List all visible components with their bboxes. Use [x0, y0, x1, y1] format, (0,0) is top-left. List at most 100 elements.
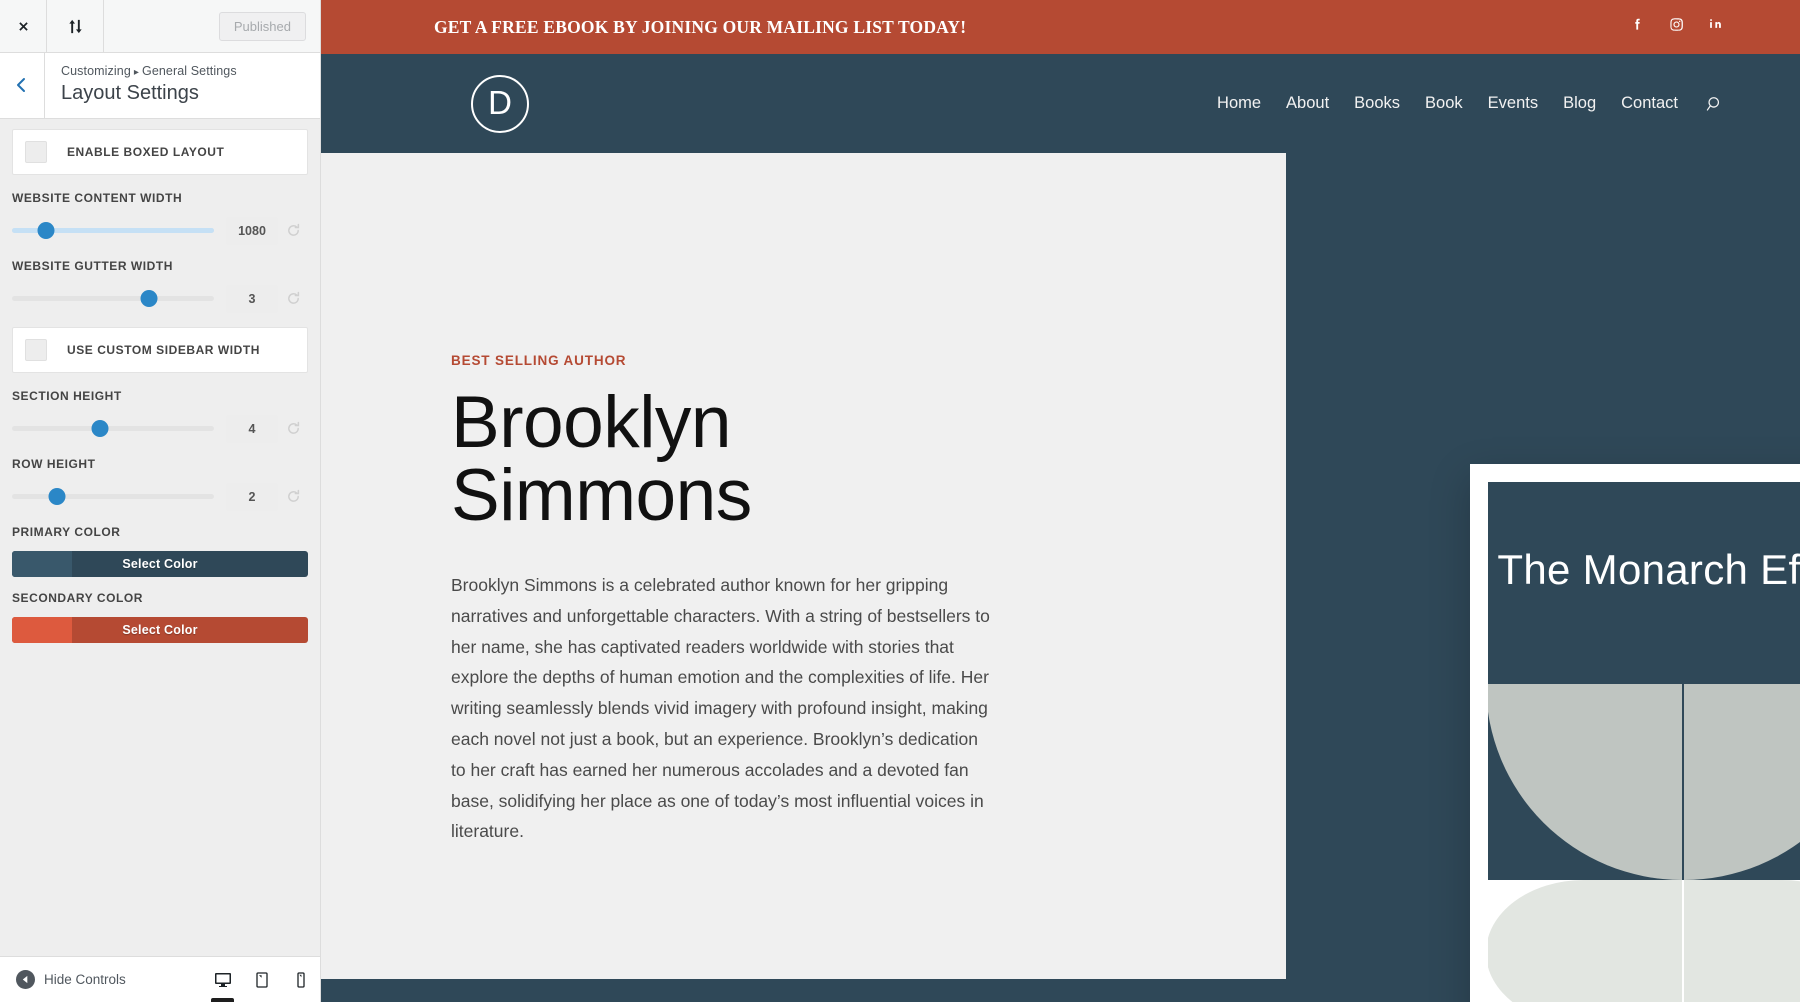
slider-row: 4 — [12, 414, 308, 443]
nav-item-events[interactable]: Events — [1488, 94, 1538, 113]
slider-track — [12, 296, 214, 302]
main-navigation: Home About Books Book Events Blog Contact — [1217, 94, 1724, 113]
color-swatch — [12, 550, 72, 577]
hide-controls-button[interactable]: Hide Controls — [0, 970, 126, 989]
customizer-screen: Published Customizing ▸ General Settings L… — [0, 0, 1800, 1002]
panel-titles: Customizing ▸ General Settings Layout Sett… — [45, 53, 251, 118]
customizer-footer: Hide Controls — [0, 956, 320, 1002]
control-label: WEBSITE GUTTER WIDTH — [12, 258, 173, 273]
select-color-label: Select Color — [122, 556, 198, 571]
panel-header: Customizing ▸ General Settings Layout Sett… — [0, 53, 320, 119]
select-color-button[interactable]: Select Color — [12, 550, 308, 577]
slider-row: 3 — [12, 284, 308, 313]
color-secondary-color: SECONDARY COLOR Select Color — [12, 591, 308, 643]
select-color-button[interactable]: Select Color — [12, 616, 308, 643]
hero-text-block: BEST SELLING AUTHOR Brooklyn Simmons Bro… — [451, 353, 996, 847]
caret-left-icon — [16, 970, 35, 989]
breadcrumb-parent: General Settings — [142, 64, 237, 78]
customizer-sidebar: Published Customizing ▸ General Settings L… — [0, 0, 321, 1002]
site-header: D Home About Books Book Events Blog Contact — [321, 54, 1800, 153]
mobile-icon[interactable] — [281, 957, 320, 1002]
chevron-left-icon[interactable] — [0, 53, 45, 118]
linkedin-icon[interactable] — [1707, 16, 1724, 38]
butterfly-wing-upper-right — [1684, 684, 1800, 880]
hide-controls-label: Hide Controls — [44, 972, 126, 987]
hero-section: BEST SELLING AUTHOR Brooklyn Simmons Bro… — [321, 153, 1800, 1002]
book-cover-card[interactable]: The Monarch Effect B.B. Simmons — [1470, 464, 1800, 1002]
slider-value[interactable]: 3 — [226, 284, 278, 313]
facebook-icon[interactable] — [1629, 16, 1646, 38]
nav-item-book[interactable]: Book — [1425, 94, 1463, 113]
logo-letter: D — [488, 84, 512, 121]
slider-row-height: ROW HEIGHT 2 — [12, 457, 308, 511]
slider-track-area[interactable] — [12, 419, 226, 439]
hero-heading-line2: Simmons — [451, 455, 752, 536]
slider-value[interactable]: 4 — [226, 414, 278, 443]
hero-heading-line1: Brooklyn — [451, 382, 732, 463]
desktop-icon[interactable] — [203, 957, 242, 1002]
social-links — [1629, 16, 1724, 38]
promo-text: GET A FREE EBOOK BY JOINING OUR MAILING … — [434, 16, 967, 37]
slider-row: 2 — [12, 482, 308, 511]
slider-track-area[interactable] — [12, 221, 226, 241]
divi-logo[interactable]: D — [471, 74, 529, 133]
slider-track-area[interactable] — [12, 487, 226, 507]
slider-website-content-width: WEBSITE CONTENT WIDTH 1080 — [12, 191, 308, 245]
slider-value[interactable]: 2 — [226, 482, 278, 511]
site-preview: GET A FREE EBOOK BY JOINING OUR MAILING … — [321, 0, 1800, 1002]
customizer-topbar: Published — [0, 0, 320, 53]
book-title: The Monarch Effect — [1497, 546, 1800, 593]
butterfly-wing-lower-right — [1684, 880, 1800, 1002]
controls-container: ENABLE BOXED LAYOUT WEBSITE CONTENT WIDTH… — [0, 118, 320, 956]
nav-item-blog[interactable]: Blog — [1563, 94, 1596, 113]
color-swatch — [12, 616, 72, 643]
slider-value[interactable]: 1080 — [226, 216, 278, 245]
publish-button[interactable]: Published — [218, 11, 306, 41]
device-preview-switcher — [203, 957, 320, 1002]
publish-area: Published — [104, 0, 320, 52]
slider-website-gutter-width: WEBSITE GUTTER WIDTH 3 — [12, 259, 308, 313]
slider-knob[interactable] — [140, 290, 158, 308]
nav-item-home[interactable]: Home — [1217, 94, 1261, 113]
controls-list: ENABLE BOXED LAYOUT WEBSITE CONTENT WIDTH… — [0, 128, 320, 643]
nav-item-books[interactable]: Books — [1354, 94, 1400, 113]
slider-track — [12, 494, 214, 500]
collapse-expand-icon[interactable] — [47, 0, 104, 52]
checkbox-box[interactable] — [25, 338, 47, 361]
search-icon[interactable] — [1706, 95, 1724, 113]
reset-icon[interactable] — [278, 489, 308, 504]
slider-section-height: SECTION HEIGHT 4 — [12, 389, 308, 443]
hero-eyebrow: BEST SELLING AUTHOR — [451, 353, 627, 368]
color-primary-color: PRIMARY COLOR Select Color — [12, 525, 308, 577]
control-label: SECTION HEIGHT — [12, 388, 122, 403]
hero-paragraph: Brooklyn Simmons is a celebrated author … — [451, 575, 990, 842]
hero-content-card: BEST SELLING AUTHOR Brooklyn Simmons Bro… — [321, 153, 1286, 979]
nav-item-about[interactable]: About — [1286, 94, 1329, 113]
control-label: PRIMARY COLOR — [12, 524, 121, 539]
breadcrumb-separator: ▸ — [133, 67, 139, 78]
checkbox-enable-boxed-layout[interactable]: ENABLE BOXED LAYOUT — [12, 128, 308, 175]
control-label: ENABLE BOXED LAYOUT — [67, 144, 225, 159]
slider-track-area[interactable] — [12, 289, 226, 309]
butterfly-wing-lower-left — [1488, 880, 1682, 1002]
reset-icon[interactable] — [278, 223, 308, 238]
reset-icon[interactable] — [278, 291, 308, 306]
breadcrumb: Customizing ▸ General Settings — [61, 62, 237, 81]
slider-knob[interactable] — [48, 488, 66, 506]
instagram-icon[interactable] — [1668, 16, 1685, 38]
book-cover-art: The Monarch Effect B.B. Simmons — [1488, 482, 1800, 1002]
control-label: WEBSITE CONTENT WIDTH — [12, 190, 183, 205]
slider-track — [12, 426, 214, 432]
checkbox-use-custom-sidebar-width[interactable]: USE CUSTOM SIDEBAR WIDTH — [12, 326, 308, 373]
control-label: SECONDARY COLOR — [12, 590, 143, 605]
reset-icon[interactable] — [278, 421, 308, 436]
control-label: ROW HEIGHT — [12, 456, 96, 471]
nav-item-contact[interactable]: Contact — [1621, 94, 1678, 113]
tablet-icon[interactable] — [242, 957, 281, 1002]
slider-knob[interactable] — [37, 222, 55, 240]
control-label: USE CUSTOM SIDEBAR WIDTH — [67, 342, 260, 357]
slider-knob[interactable] — [91, 420, 109, 438]
checkbox-box[interactable] — [25, 140, 47, 163]
close-icon[interactable] — [0, 0, 47, 52]
promo-bar: GET A FREE EBOOK BY JOINING OUR MAILING … — [321, 0, 1800, 54]
